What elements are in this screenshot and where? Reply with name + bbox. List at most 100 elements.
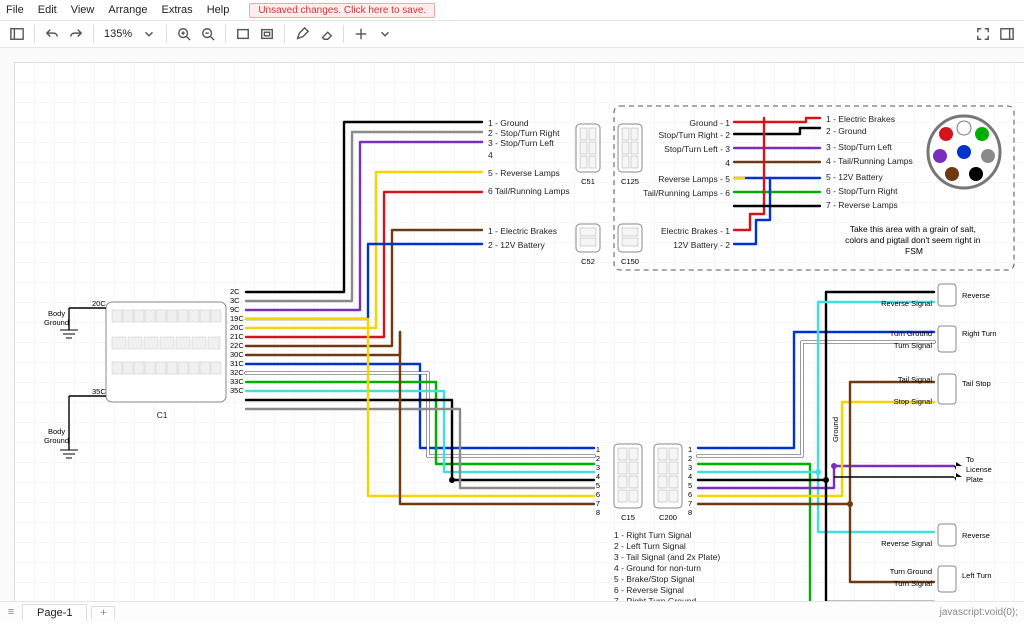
menu-edit[interactable]: Edit (38, 4, 57, 16)
svg-text:Stop/Turn Left - 3: Stop/Turn Left - 3 (664, 144, 730, 154)
ruler-corner (0, 48, 15, 63)
svg-text:Reverse: Reverse (962, 531, 990, 540)
separator (225, 25, 226, 43)
svg-text:7 - Reverse Lamps: 7 - Reverse Lamps (826, 200, 898, 210)
zoom-in-icon[interactable] (173, 23, 195, 45)
svg-text:Stop/Turn Right - 2: Stop/Turn Right - 2 (659, 130, 731, 140)
svg-text:Reverse: Reverse (962, 291, 990, 300)
svg-text:1 - Ground: 1 - Ground (488, 118, 529, 128)
svg-text:7: 7 (596, 499, 600, 508)
svg-text:Stop Signal: Stop Signal (894, 397, 933, 406)
svg-text:Body: Body (48, 427, 65, 436)
svg-text:1 - Electric Brakes: 1 - Electric Brakes (826, 114, 895, 124)
undo-icon[interactable] (41, 23, 63, 45)
svg-text:C125: C125 (621, 177, 639, 186)
svg-text:3 - Tail Signal (and 2x Plate): 3 - Tail Signal (and 2x Plate) (614, 552, 720, 562)
svg-text:1: 1 (688, 445, 692, 454)
insert-icon[interactable] (350, 23, 372, 45)
svg-text:Reverse Signal: Reverse Signal (881, 299, 932, 308)
svg-text:6 Tail/Running Lamps: 6 Tail/Running Lamps (488, 186, 570, 196)
svg-text:5 - Reverse Lamps: 5 - Reverse Lamps (488, 168, 560, 178)
svg-text:1: 1 (596, 445, 600, 454)
svg-text:1 - Electric Brakes: 1 - Electric Brakes (488, 226, 557, 236)
svg-text:31C: 31C (230, 359, 244, 368)
page-tabs: ≡ Page-1 + javascript:void(0); (0, 601, 1024, 622)
svg-text:21C: 21C (230, 332, 244, 341)
add-page-button[interactable]: + (91, 606, 115, 619)
svg-text:C15: C15 (621, 513, 635, 522)
drawing-stage: .w{stroke-width:2.4;fill:none;stroke-lin… (0, 48, 1024, 622)
tab-page-1[interactable]: Page-1 (22, 604, 87, 621)
svg-text:C150: C150 (621, 257, 639, 266)
svg-text:3: 3 (688, 463, 692, 472)
zoom-actual-icon[interactable] (256, 23, 278, 45)
svg-text:20C: 20C (230, 323, 244, 332)
svg-text:Body: Body (48, 309, 65, 318)
svg-text:12V Battery - 2: 12V Battery - 2 (673, 240, 730, 250)
svg-text:2: 2 (596, 454, 600, 463)
format-panel-icon[interactable] (996, 23, 1018, 45)
separator (93, 25, 94, 43)
svg-text:35C: 35C (92, 387, 106, 396)
svg-text:Electric Brakes - 1: Electric Brakes - 1 (661, 226, 730, 236)
svg-text:6 - Stop/Turn Right: 6 - Stop/Turn Right (826, 186, 898, 196)
svg-text:32C: 32C (230, 368, 244, 377)
canvas[interactable]: .w{stroke-width:2.4;fill:none;stroke-lin… (14, 62, 1024, 622)
chevron-down-icon[interactable] (374, 23, 396, 45)
svg-text:6: 6 (688, 490, 692, 499)
svg-text:2 - Left Turn Signal: 2 - Left Turn Signal (614, 541, 686, 551)
svg-text:5: 5 (688, 481, 692, 490)
menu-extras[interactable]: Extras (162, 4, 193, 16)
svg-text:C1: C1 (157, 410, 168, 420)
zoom-value[interactable]: 135% (100, 28, 136, 40)
svg-text:2 - Stop/Turn Right: 2 - Stop/Turn Right (488, 128, 560, 138)
tabs-menu-icon[interactable]: ≡ (0, 606, 22, 618)
zoom-out-icon[interactable] (197, 23, 219, 45)
svg-text:4: 4 (688, 472, 692, 481)
chevron-down-icon[interactable] (138, 23, 160, 45)
menu-view[interactable]: View (71, 4, 95, 16)
body-ground-top: BodyGround 20C (44, 299, 106, 338)
svg-text:3 - Stop/Turn Left: 3 - Stop/Turn Left (488, 138, 554, 148)
separator (166, 25, 167, 43)
redo-icon[interactable] (65, 23, 87, 45)
svg-text:Right Turn: Right Turn (962, 329, 997, 338)
svg-text:C200: C200 (659, 513, 677, 522)
fullscreen-icon[interactable] (972, 23, 994, 45)
svg-text:Reverse Signal: Reverse Signal (881, 539, 932, 548)
zoom-fit-icon[interactable] (232, 23, 254, 45)
c15-left-pins: 12 34 56 78 (596, 445, 600, 517)
status-bar: javascript:void(0); (940, 607, 1018, 618)
right-module-blocks: Reverse Reverse Signal Right Turn Turn G… (881, 284, 996, 622)
eraser-icon[interactable] (315, 23, 337, 45)
ground-label: Ground (831, 417, 840, 442)
pencil-icon[interactable] (291, 23, 313, 45)
unsaved-banner[interactable]: Unsaved changes. Click here to save. (249, 3, 435, 18)
svg-text:2: 2 (688, 454, 692, 463)
separator (34, 25, 35, 43)
connector-c52: C52 (576, 224, 600, 266)
menu-bar: File Edit View Arrange Extras Help Unsav… (0, 0, 1024, 21)
c200-right-pins: 12 34 56 78 (688, 445, 692, 517)
menu-help[interactable]: Help (207, 4, 230, 16)
svg-text:4 - Ground for non-turn: 4 - Ground for non-turn (614, 563, 701, 573)
upper-right-labels: 1 - Electric Brakes 2 - Ground 3 - Stop/… (826, 114, 913, 210)
svg-text:4 - Tail/Running Lamps: 4 - Tail/Running Lamps (826, 156, 913, 166)
svg-text:3 - Stop/Turn Left: 3 - Stop/Turn Left (826, 142, 892, 152)
svg-text:6 - Reverse Signal: 6 - Reverse Signal (614, 585, 684, 595)
svg-text:Tail Stop: Tail Stop (962, 379, 991, 388)
round-connector (928, 116, 1000, 188)
menu-arrange[interactable]: Arrange (108, 4, 147, 16)
menu-file[interactable]: File (6, 4, 24, 16)
toolbar: 135% (0, 21, 1024, 48)
svg-text:5 - Brake/Stop Signal: 5 - Brake/Stop Signal (614, 574, 694, 584)
svg-text:License: License (966, 465, 992, 474)
svg-text:7: 7 (688, 499, 692, 508)
toggle-sidebar-icon[interactable] (6, 23, 28, 45)
svg-text:To: To (966, 455, 974, 464)
svg-text:3C: 3C (230, 296, 240, 305)
svg-text:Turn Signal: Turn Signal (894, 341, 932, 350)
connector-c1: C1 (106, 302, 226, 420)
svg-text:5 - 12V Battery: 5 - 12V Battery (826, 172, 883, 182)
svg-text:Turn Signal: Turn Signal (894, 579, 932, 588)
